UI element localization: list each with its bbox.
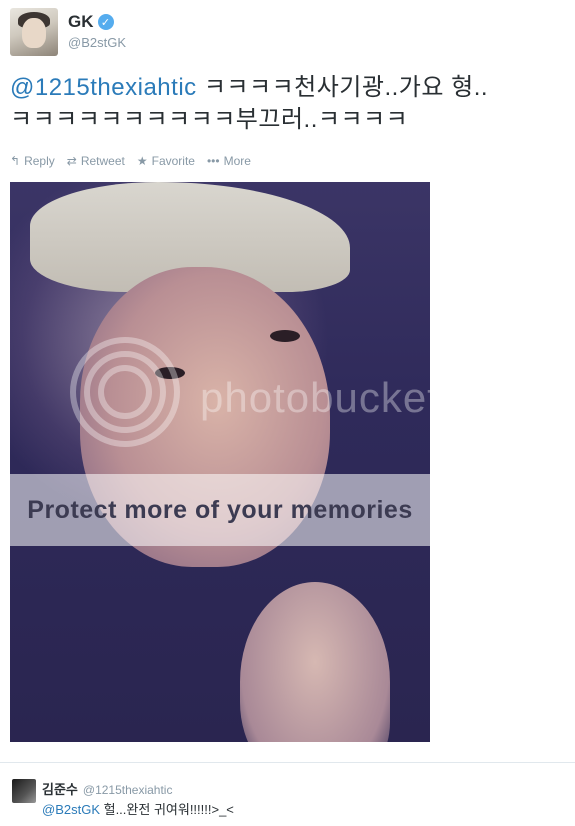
reply-mention-link[interactable]: @B2stGK <box>42 802 100 817</box>
tweet-photo[interactable]: photobucket Protect more of your memorie… <box>10 182 430 742</box>
retweet-label: Retweet <box>80 154 125 168</box>
more-icon: ••• <box>206 154 220 168</box>
tweet-actions: ↰ Reply ⇄ Retweet ★ Favorite ••• More <box>10 154 251 168</box>
user-info: GK ✓ @B2stGK <box>68 12 126 50</box>
reply-handle[interactable]: @1215thexiahtic <box>83 783 173 797</box>
tweet-text-line1: ㅋㅋㅋㅋ천사기광..가요 형.. <box>196 74 489 101</box>
reply-icon: ↰ <box>10 154 21 168</box>
user-handle[interactable]: @B2stGK <box>68 35 126 50</box>
display-name[interactable]: GK <box>68 12 94 32</box>
tweet-text-line2: ㅋㅋㅋㅋㅋㅋㅋㅋㅋㅋ부끄러..ㅋㅋㅋㅋ <box>10 106 409 133</box>
watermark-brand: photobucket <box>200 374 430 421</box>
favorite-label: Favorite <box>151 154 195 168</box>
verified-badge-icon: ✓ <box>97 14 114 30</box>
reply-header: 김준수 @1215thexiahtic <box>42 779 172 798</box>
user-avatar[interactable] <box>10 8 58 56</box>
watermark-tagline: Protect more of your memories <box>27 495 413 524</box>
retweet-button[interactable]: ⇄ Retweet <box>67 154 125 168</box>
watermark-band: Protect more of your memories <box>10 474 430 546</box>
more-label: More <box>223 154 251 168</box>
reply-display-name[interactable]: 김준수 <box>42 779 78 798</box>
tweet-mention-link[interactable]: @1215thexiahtic <box>10 74 197 101</box>
star-icon: ★ <box>136 154 148 168</box>
reply-tweet: 김준수 @1215thexiahtic @B2stGK 헐...완전 귀여워!!… <box>0 762 575 826</box>
hand-shape <box>240 582 390 742</box>
favorite-button[interactable]: ★ Favorite <box>137 154 195 168</box>
reply-button[interactable]: ↰ Reply <box>10 154 55 168</box>
tweet-header: GK ✓ @B2stGK <box>10 8 565 60</box>
retweet-icon: ⇄ <box>66 154 77 168</box>
more-button[interactable]: ••• More <box>207 154 251 168</box>
reply-avatar[interactable] <box>12 779 36 803</box>
tweet-text: @1215thexiahtic ㅋㅋㅋㅋ천사기광..가요 형.. ㅋㅋㅋㅋㅋㅋㅋ… <box>10 72 565 136</box>
reply-text: @B2stGK 헐...완전 귀여워!!!!!!>_< <box>42 799 234 818</box>
photobucket-logo-icon <box>70 337 180 447</box>
reply-label: Reply <box>24 154 55 168</box>
reply-body: 헐...완전 귀여워!!!!!!>_< <box>100 802 234 817</box>
